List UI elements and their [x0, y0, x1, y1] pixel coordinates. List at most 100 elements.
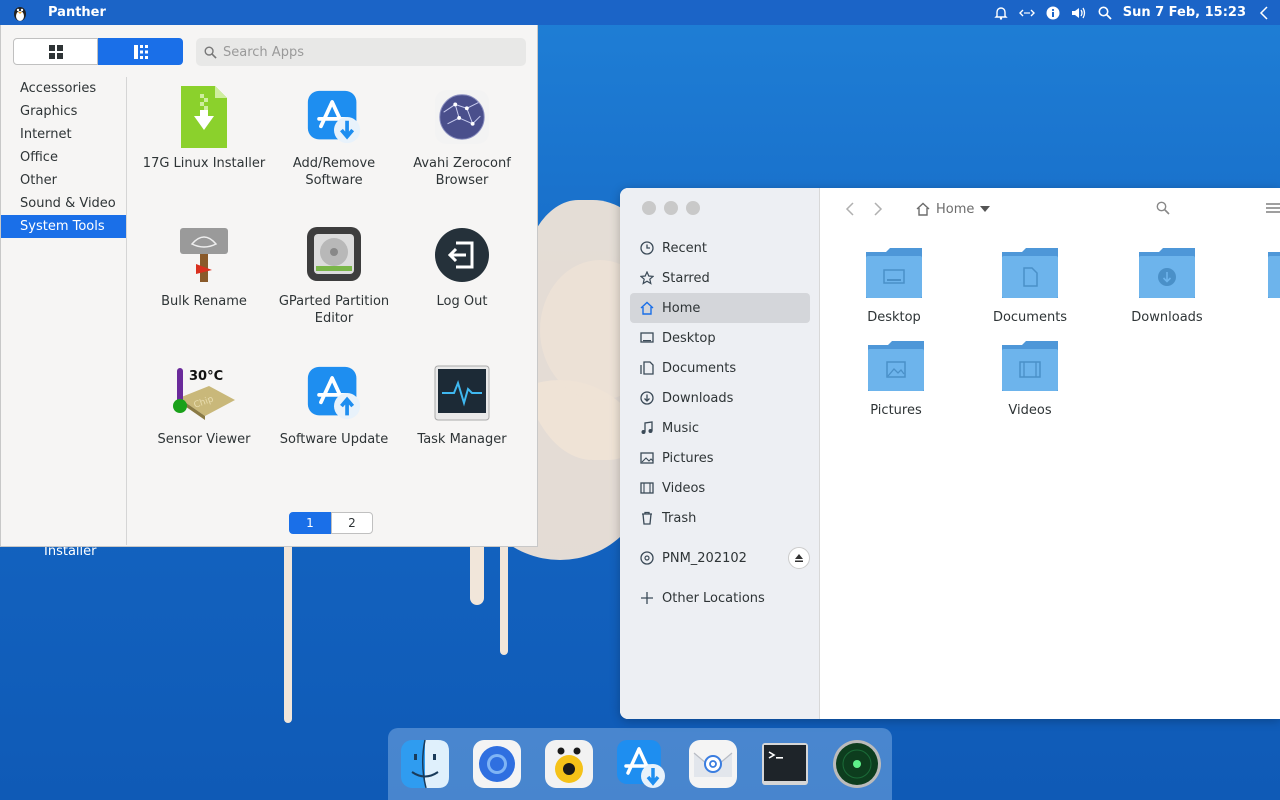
place-other-locations[interactable]: Other Locations: [630, 583, 810, 613]
place-documents[interactable]: Documents: [630, 353, 810, 383]
chevron-left-icon[interactable]: [1256, 5, 1272, 21]
documents-icon: [639, 360, 655, 376]
category-sound-video[interactable]: Sound & Video: [1, 192, 126, 215]
disc-icon: [639, 550, 655, 566]
top-panel: Panther Sun 7 Feb, 15:23: [0, 0, 1280, 25]
app-sensor-viewer[interactable]: Chip 30°C Sensor Viewer: [139, 363, 269, 448]
folder-desktop[interactable]: Desktop: [834, 246, 954, 325]
app-label: Software Update: [279, 432, 389, 447]
app-log-out[interactable]: Log Out: [397, 225, 527, 310]
app-label: Sensor Viewer: [157, 432, 251, 447]
search-apps-field: [196, 38, 526, 66]
task-manager-icon: [434, 363, 490, 423]
dock-mail[interactable]: [688, 739, 738, 789]
clock-datetime[interactable]: Sun 7 Feb, 15:23: [1123, 5, 1246, 20]
app-linux-installer[interactable]: 17G Linux Installer: [139, 86, 269, 172]
dock-browser[interactable]: [472, 739, 522, 789]
folder-documents[interactable]: Documents: [970, 246, 1090, 325]
place-starred[interactable]: Starred: [630, 263, 810, 293]
app-add-remove-software[interactable]: Add/Remove Software: [269, 87, 399, 189]
breadcrumb-label: Home: [936, 201, 975, 217]
folder-videos-icon: [1002, 341, 1058, 391]
app-gparted[interactable]: GParted Partition Editor: [269, 225, 399, 327]
minimize-button[interactable]: [664, 201, 678, 215]
place-recent[interactable]: Recent: [630, 233, 810, 263]
place-label: Starred: [662, 270, 710, 286]
list-icon: [1266, 203, 1280, 213]
category-view-button[interactable]: [98, 38, 183, 65]
info-icon[interactable]: [1045, 5, 1061, 21]
forward-button[interactable]: [870, 201, 886, 217]
close-button[interactable]: [642, 201, 656, 215]
category-internet[interactable]: Internet: [1, 123, 126, 146]
file-manager-header: Home: [820, 188, 1280, 230]
search-apps-input[interactable]: [223, 44, 513, 60]
category-graphics[interactable]: Graphics: [1, 100, 126, 123]
active-app-name[interactable]: Panther: [48, 5, 106, 20]
app-bulk-rename[interactable]: Bulk Rename: [139, 225, 269, 310]
folder-downloads[interactable]: Downloads: [1107, 246, 1227, 325]
app-task-manager[interactable]: Task Manager: [397, 363, 527, 448]
music-player-icon: [545, 740, 593, 788]
file-manager-window: Recent Starred Home Desktop Documents Do…: [620, 188, 1280, 719]
place-downloads[interactable]: Downloads: [630, 383, 810, 413]
back-button[interactable]: [842, 201, 858, 217]
wallpaper-drip: [500, 540, 508, 655]
folder-icon: [1268, 252, 1280, 298]
place-device[interactable]: PNM_202102: [630, 543, 810, 573]
category-other[interactable]: Other: [1, 169, 126, 192]
place-desktop[interactable]: Desktop: [630, 323, 810, 353]
folder-label: Downloads: [1131, 310, 1203, 325]
dock-music-player[interactable]: [544, 739, 594, 789]
place-label: Pictures: [662, 450, 714, 466]
category-list-icon: [133, 44, 148, 59]
network-icon[interactable]: [1018, 5, 1035, 21]
category-system-tools[interactable]: System Tools: [1, 215, 126, 238]
place-label: Recent: [662, 240, 707, 256]
installer-icon: [176, 86, 232, 148]
volume-icon[interactable]: [1071, 5, 1087, 21]
dock-radar[interactable]: [832, 739, 882, 789]
dock: [388, 728, 892, 800]
clock-icon: [639, 240, 655, 256]
home-icon: [916, 202, 930, 216]
bell-icon[interactable]: [993, 5, 1009, 21]
place-music[interactable]: Music: [630, 413, 810, 443]
category-office[interactable]: Office: [1, 146, 126, 169]
app-label: 17G Linux Installer: [142, 156, 266, 171]
view-menu-button[interactable]: [1266, 202, 1280, 218]
folder-videos[interactable]: Videos: [970, 339, 1090, 418]
category-accessories[interactable]: Accessories: [1, 77, 126, 100]
place-label: Trash: [662, 510, 697, 526]
maximize-button[interactable]: [686, 201, 700, 215]
place-pictures[interactable]: Pictures: [630, 443, 810, 473]
dock-terminal[interactable]: [760, 739, 810, 789]
search-button[interactable]: [1156, 201, 1170, 219]
grid-view-button[interactable]: [13, 38, 98, 65]
place-home[interactable]: Home: [630, 293, 810, 323]
app-software-update[interactable]: Software Update: [269, 363, 399, 448]
app-avahi-browser[interactable]: Avahi Zeroconf Browser: [397, 87, 527, 189]
dock-finder[interactable]: [400, 739, 450, 789]
star-icon: [639, 270, 655, 286]
folder-pictures[interactable]: Pictures: [836, 339, 956, 418]
downloads-icon: [639, 390, 655, 406]
folder-documents-icon: [1002, 248, 1058, 298]
place-trash[interactable]: Trash: [630, 503, 810, 533]
app-label: Task Manager: [417, 432, 507, 447]
page-2-button[interactable]: 2: [331, 512, 373, 534]
place-label: Home: [662, 300, 701, 316]
place-videos[interactable]: Videos: [630, 473, 810, 503]
page-1-button[interactable]: 1: [289, 512, 331, 534]
breadcrumb[interactable]: Home: [916, 201, 991, 217]
wallpaper-drip: [284, 545, 292, 723]
penguin-logo-icon[interactable]: [10, 3, 30, 23]
dock-software-store[interactable]: [616, 739, 666, 789]
folder-partial[interactable]: [1266, 246, 1280, 304]
search-icon[interactable]: [1097, 5, 1113, 21]
place-label: Desktop: [662, 330, 716, 346]
chevron-down-icon: [980, 206, 991, 212]
trash-icon: [639, 510, 655, 526]
folder-label: Videos: [1008, 403, 1052, 418]
eject-icon[interactable]: [788, 547, 810, 569]
